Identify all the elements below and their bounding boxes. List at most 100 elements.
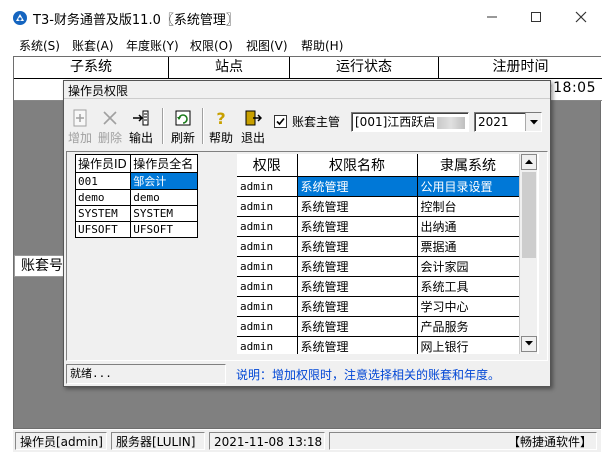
table-row[interactable]: SYSTEM SYSTEM: [74, 205, 198, 222]
minimize-icon: [487, 16, 497, 18]
menu-year-account[interactable]: 年度账(Y): [126, 37, 179, 54]
header-site: 站点: [169, 57, 290, 78]
account-select[interactable]: [001]江西跃启: [351, 112, 469, 132]
permission-cell: admin: [237, 216, 298, 237]
refresh-button[interactable]: 刷新: [168, 106, 198, 146]
year-select-dropdown[interactable]: [525, 113, 541, 131]
subsystem-cell: 学习中心: [417, 296, 520, 317]
refresh-icon: [175, 110, 191, 126]
table-row[interactable]: UFSOFT UFSOFT: [74, 221, 198, 238]
operator-table: 操作员ID 操作员全名 001 邹会计 demo demo SYSTEM SYS…: [74, 154, 198, 238]
operator-id-cell[interactable]: demo: [74, 189, 132, 206]
chevron-down-icon: [530, 120, 538, 125]
menu-system[interactable]: 系统(S): [19, 37, 60, 54]
operator-name-cell[interactable]: demo: [130, 189, 198, 206]
menu-help[interactable]: 帮助(H): [301, 37, 343, 54]
account-number-header: 账套号: [14, 255, 66, 277]
account-master-label: 账套主管: [292, 115, 341, 129]
add-label: 增加: [67, 131, 92, 145]
permission-cell: admin: [237, 176, 298, 197]
table-row[interactable]: admin 系统管理 会计家园: [237, 256, 520, 277]
table-row[interactable]: admin 系统管理 网上银行: [237, 336, 520, 354]
menu-view[interactable]: 视图(V): [246, 37, 288, 54]
permission-name-header[interactable]: 权限名称: [297, 154, 418, 177]
permission-cell: admin: [237, 276, 298, 297]
dialog-title-bar[interactable]: 操作员权限: [64, 81, 550, 99]
menu-permission[interactable]: 权限(O): [190, 37, 233, 54]
menu-bar: 系统(S) 账套(A) 年度账(Y) 权限(O) 视图(V) 帮助(H): [0, 34, 607, 56]
header-run-status: 运行状态: [290, 57, 439, 78]
permission-header[interactable]: 权限: [237, 154, 298, 177]
exit-label: 退出: [240, 131, 265, 145]
subsystem-cell: 出纳通: [417, 216, 520, 237]
dialog-toolbar: 增加 删除 输出 刷新 ? 帮助 退出 账套主管 [001]江西跃启 2021: [66, 106, 548, 148]
operator-name-cell[interactable]: SYSTEM: [130, 205, 198, 222]
redacted-text: [437, 116, 466, 129]
subsystem-cell: 产品服务: [417, 316, 520, 337]
permission-cell: admin: [237, 196, 298, 217]
scroll-down-button[interactable]: [521, 336, 537, 352]
operator-permission-dialog: 操作员权限 增加 删除 输出 刷新 ? 帮助 退出 账套主管 [001]江西跃启…: [63, 80, 551, 387]
permission-cell: admin: [237, 236, 298, 257]
table-row[interactable]: admin 系统管理 学习中心: [237, 296, 520, 317]
scroll-up-button[interactable]: [521, 154, 537, 170]
operator-id-cell[interactable]: 001: [74, 172, 132, 190]
operator-id-cell[interactable]: SYSTEM: [74, 205, 132, 222]
export-button[interactable]: 输出: [126, 106, 156, 146]
table-row[interactable]: admin 系统管理 出纳通: [237, 216, 520, 237]
permission-name-cell: 系统管理: [297, 176, 418, 197]
permission-name-cell: 系统管理: [297, 296, 418, 317]
year-select-value: 2021: [478, 115, 509, 129]
scroll-thumb[interactable]: [522, 172, 536, 258]
subsystem-header-row: 子系统 站点 运行状态 注册时间: [14, 57, 602, 79]
exit-button[interactable]: 退出: [238, 106, 268, 146]
operator-name-cell[interactable]: 邹会计: [130, 172, 198, 190]
operator-id-header[interactable]: 操作员ID: [74, 154, 132, 173]
table-row[interactable]: admin 系统管理 公用目录设置: [237, 176, 520, 197]
permission-table: 权限 权限名称 隶属系统 admin 系统管理 公用目录设置 admin 系统管…: [237, 154, 520, 354]
permission-scrollbar[interactable]: [519, 154, 537, 354]
permission-cell: admin: [237, 316, 298, 337]
help-button[interactable]: ? 帮助: [206, 106, 236, 146]
table-row[interactable]: admin 系统管理 产品服务: [237, 316, 520, 337]
refresh-label: 刷新: [170, 131, 195, 145]
status-operator: 操作员[admin]: [15, 432, 107, 450]
operator-name-cell[interactable]: UFSOFT: [130, 221, 198, 238]
export-icon: [133, 110, 149, 126]
window-title: T3-财务通普及版11.0〖系统管理〗: [33, 13, 239, 28]
delete-label: 删除: [97, 131, 122, 145]
permission-cell: admin: [237, 256, 298, 277]
chevron-down-icon: [525, 341, 533, 346]
help-icon: ?: [216, 109, 225, 127]
status-brand: 【畅捷通软件】: [329, 432, 597, 450]
year-select[interactable]: 2021: [474, 112, 542, 132]
status-datetime: 2021-11-08 13:18: [209, 432, 325, 450]
menu-account[interactable]: 账套(A): [72, 37, 114, 54]
register-time-value: :18:05: [547, 80, 596, 96]
permission-table-container: 权限 权限名称 隶属系统 admin 系统管理 公用目录设置 admin 系统管…: [237, 154, 539, 354]
table-row[interactable]: admin 系统管理 票据通: [237, 236, 520, 257]
permission-name-cell: 系统管理: [297, 256, 418, 277]
minimize-button[interactable]: [469, 0, 515, 34]
dialog-status-text: 就绪...: [66, 364, 226, 384]
help-label: 帮助: [208, 131, 233, 145]
maximize-button[interactable]: [513, 0, 559, 34]
account-select-value: [001]江西跃启: [355, 115, 436, 129]
delete-button[interactable]: 删除: [96, 106, 124, 146]
table-row[interactable]: admin 系统管理 控制台: [237, 196, 520, 217]
operator-id-cell[interactable]: UFSOFT: [74, 221, 132, 238]
dialog-title: 操作员权限: [68, 84, 129, 98]
permission-cell: admin: [237, 296, 298, 317]
dialog-note: 说明：增加权限时，注意选择相关的账套和年度。: [236, 368, 501, 382]
permission-name-cell: 系统管理: [297, 276, 418, 297]
table-row[interactable]: 001 邹会计: [74, 172, 198, 190]
operator-fullname-header[interactable]: 操作员全名: [130, 154, 198, 173]
account-master-checkbox[interactable]: [274, 115, 287, 128]
add-icon: [73, 109, 87, 127]
table-row[interactable]: admin 系统管理 系统工具: [237, 276, 520, 297]
table-row[interactable]: demo demo: [74, 189, 198, 206]
subsystem-header[interactable]: 隶属系统: [417, 154, 520, 177]
close-button[interactable]: [558, 0, 604, 34]
add-button[interactable]: 增加: [66, 106, 94, 146]
subsystem-cell: 控制台: [417, 196, 520, 217]
